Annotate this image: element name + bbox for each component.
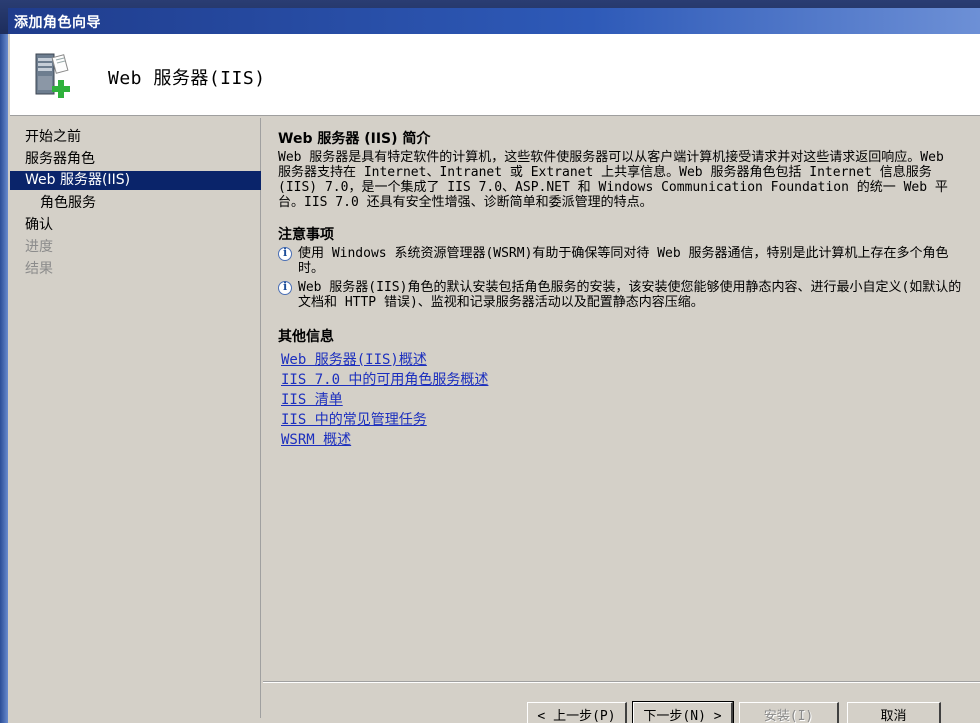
previous-button[interactable]: < 上一步(P) xyxy=(527,702,627,723)
wizard-client: Web 服务器(IIS) 开始之前 服务器角色 Web 服务器(IIS) 角色服… xyxy=(8,34,980,723)
server-role-add-icon xyxy=(28,50,80,104)
nav-item-role-services[interactable]: 角色服务 xyxy=(10,192,261,214)
note-text: 使用 Windows 系统资源管理器(WSRM)有助于确保等同对待 Web 服务… xyxy=(298,246,949,276)
link-common-admin-tasks[interactable]: IIS 中的常见管理任务 xyxy=(281,410,968,430)
link-iis-checklist[interactable]: IIS 清单 xyxy=(281,390,968,410)
nav-item-before-you-begin[interactable]: 开始之前 xyxy=(10,126,261,148)
nav-item-confirmation[interactable]: 确认 xyxy=(10,214,261,236)
footer-divider xyxy=(263,681,980,683)
notes-heading: 注意事项 xyxy=(278,227,334,243)
wizard-step-nav: 开始之前 服务器角色 Web 服务器(IIS) 角色服务 确认 进度 结果 xyxy=(10,118,261,718)
nav-item-progress: 进度 xyxy=(25,239,53,255)
wizard-main: Web 服务器 (IIS) 简介 Web 服务器是具有特定软件的计算机，这些软件… xyxy=(263,118,980,723)
title-bar-inner: 添加角色向导 xyxy=(8,8,980,34)
wizard-header: Web 服务器(IIS) xyxy=(10,34,980,116)
cancel-button[interactable]: 取消 xyxy=(847,702,941,723)
link-wsrm-overview[interactable]: WSRM 概述 xyxy=(281,430,968,450)
link-web-server-overview[interactable]: Web 服务器(IIS)概述 xyxy=(281,350,968,370)
link-role-services-overview[interactable]: IIS 7.0 中的可用角色服务概述 xyxy=(281,370,968,390)
intro-heading: Web 服务器 (IIS) 简介 xyxy=(278,131,431,147)
more-info-heading: 其他信息 xyxy=(278,329,334,345)
intro-text: Web 服务器是具有特定软件的计算机，这些软件使服务器可以从客户端计算机接受请求… xyxy=(278,150,948,210)
next-button[interactable]: 下一步(N) > xyxy=(632,701,734,723)
window-title: 添加角色向导 xyxy=(14,15,101,31)
nav-item-results: 结果 xyxy=(25,261,53,277)
wizard-window: 添加角色向导 Web 服务器(IIS) 开始之前 服务器角色 Web 服务器(I… xyxy=(0,0,980,723)
note-text: Web 服务器(IIS)角色的默认安装包括角色服务的安装，该安装使您能够使用静态… xyxy=(298,280,962,310)
info-icon xyxy=(278,280,292,295)
nav-item-server-roles[interactable]: 服务器角色 xyxy=(10,148,261,170)
note-item: Web 服务器(IIS)角色的默认安装包括角色服务的安装，该安装使您能够使用静态… xyxy=(278,280,968,310)
info-icon xyxy=(278,246,292,261)
content-pane: Web 服务器 (IIS) 简介 Web 服务器是具有特定软件的计算机，这些软件… xyxy=(278,128,968,450)
note-item: 使用 Windows 系统资源管理器(WSRM)有助于确保等同对待 Web 服务… xyxy=(278,246,968,276)
install-button: 安装(I) xyxy=(739,702,839,723)
window-frame-left xyxy=(0,34,8,723)
header-title: Web 服务器(IIS) xyxy=(108,68,266,89)
nav-item-web-server[interactable]: Web 服务器(IIS) xyxy=(10,171,261,190)
